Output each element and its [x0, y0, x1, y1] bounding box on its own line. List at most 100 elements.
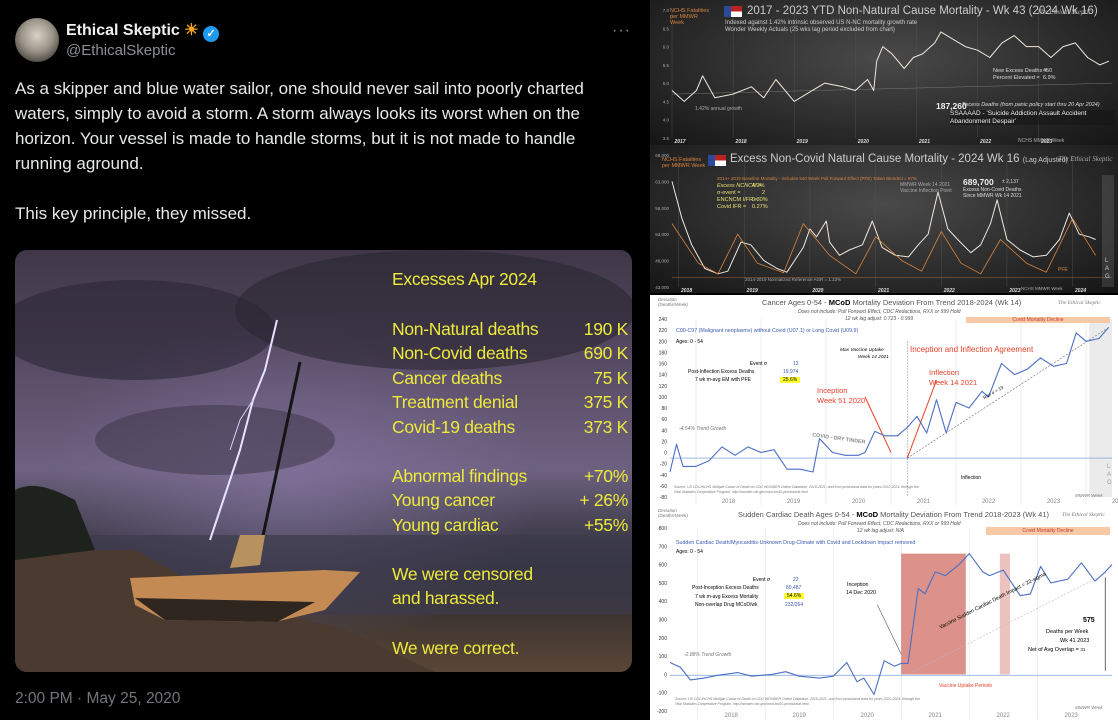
author-name[interactable]: Ethical Skeptic ☀ ✓	[66, 20, 220, 42]
source-note: Source: US CDC/NCHS Multiple Cause of De…	[674, 485, 919, 494]
y-tick-label: 20	[661, 439, 667, 445]
annotation: 232/264	[785, 602, 804, 608]
annotation: 2	[762, 190, 766, 196]
x-tick-label: 2018	[680, 288, 692, 293]
y-tick-label: 400	[659, 599, 668, 605]
highlight-value: 54.6%	[784, 593, 805, 599]
chart-subtitle: Does not include: Pull Forward Effect, C…	[798, 521, 961, 527]
more-options-icon[interactable]: ···	[612, 22, 631, 40]
tweet-image[interactable]: Excesses Apr 2024 Non-Natural deaths 190 …	[15, 250, 632, 672]
y-tick-label: 300	[659, 618, 668, 624]
annotation: Vaccine Inflection Point	[900, 188, 952, 194]
y-tick-label: -100	[657, 691, 667, 697]
x-tick-label: 2022	[943, 288, 955, 293]
avatar[interactable]	[15, 18, 59, 62]
chart-non-covid-mortality: 68,000 63,000 58,000 53,000 48,000 43,000 2018…	[650, 145, 1118, 293]
overlay-line: and harassed.	[392, 588, 500, 608]
annotation: Max Vaccine Uptake	[840, 348, 884, 353]
annotation: Covid IFR =	[717, 204, 747, 210]
chart-cancer-deviation: 240 220 200 180 160 140 120 100 80 60 40 20 0 -20 -40-…	[650, 295, 1118, 507]
y-tick-label: 120	[659, 384, 668, 390]
inception-pointer	[877, 604, 902, 655]
chart-title: Sudden Cardiac Death Ages 0-54 - MCoD Mo…	[738, 510, 1049, 519]
y-tick-label: 6.5	[663, 26, 670, 31]
y-tick-label: 7.0	[663, 8, 670, 13]
lag-label: L A G	[1105, 258, 1110, 280]
y-tick-label: 60	[661, 417, 667, 423]
inflection-arrow	[906, 380, 937, 459]
overlay-row: Young cardiac +55%	[392, 515, 628, 535]
y-tick-label: 43,000	[655, 285, 669, 290]
x-tick-label: 2023	[1065, 713, 1079, 719]
annotation: 450	[1043, 68, 1053, 74]
x-tick-label: 2021	[877, 288, 889, 293]
annotation: 2014+ 2019 Baseline Mortality - includes…	[717, 176, 917, 181]
x-tick-label: 2021	[917, 499, 931, 505]
annotation: Deaths per Week	[1046, 629, 1089, 635]
x-tick-label: 2019	[793, 713, 807, 719]
annotation: Percent Elevated =	[993, 75, 1040, 81]
y-tick-label: 700	[659, 544, 668, 550]
annotation: 22	[793, 577, 799, 583]
watermark: The Ethical Skeptic	[1058, 155, 1113, 163]
x-tick-label: 2022	[982, 499, 996, 505]
y-tick-label: 40	[661, 428, 667, 434]
x-tick-label: 2023	[1047, 499, 1061, 505]
verified-badge-icon: ✓	[203, 26, 220, 42]
annotation: 6.9%	[1043, 75, 1056, 81]
y-tick-label: 100	[659, 654, 668, 660]
y-tick-label: 6.0	[663, 45, 670, 50]
y-tick-label: 160	[659, 362, 668, 368]
chart-title: Cancer Ages 0-54 - MCoD Mortality Deviat…	[762, 298, 1022, 307]
y-tick-label: -40	[660, 473, 667, 479]
annotation: Ages: 0 - 54	[676, 339, 703, 345]
annotation: 0.30%	[752, 197, 768, 203]
x-axis-label: NCHS MMWR Week	[1018, 138, 1065, 144]
chart-subtitle: 12 wk lag adjust: 0.723 - 0.999	[845, 316, 914, 322]
annotation: Week 14 2021	[929, 378, 978, 387]
annotation: Week 14 2021	[858, 355, 889, 360]
chart-subtitle: 12 wk lag adjust: N/A	[857, 528, 904, 534]
tweet-timestamp[interactable]: 2:00 PM · May 25, 2020	[15, 690, 180, 708]
annotation: 575	[1083, 617, 1095, 624]
annotation: Inflection	[961, 475, 982, 481]
y-tick-label: 5.0	[663, 81, 670, 86]
series-label: Sudden Cardiac Death/Myocarditis-Unknown…	[676, 540, 916, 546]
x-tick-label: 2020	[811, 288, 823, 293]
annotation: PFE	[1058, 267, 1068, 273]
chart-non-natural-mortality: 7.0 6.5 6.0 5.5 5.0 4.5 4.0 3.5 2017 2018 2019 2020…	[650, 0, 1118, 145]
watermark: The Ethical Skeptic	[1062, 512, 1105, 518]
y-tick-label: 0	[664, 451, 667, 457]
series-line	[671, 218, 1096, 275]
x-tick-label: 2020	[852, 499, 866, 505]
y-tick-label: 3.5	[663, 136, 670, 141]
x-tick-label: 2023	[1008, 288, 1020, 293]
overlay-row: Non-Natural deaths 190 K	[392, 319, 628, 339]
vaccine-uptake-band	[901, 553, 966, 675]
y-tick-label: 180	[659, 350, 668, 356]
author-handle[interactable]: @EthicalSkeptic	[66, 42, 175, 59]
overlay-line: We were correct.	[392, 638, 520, 658]
annotation: 4.2%	[752, 183, 765, 189]
annotation: 14 Dec 2020	[846, 590, 877, 596]
annotation: Week 51 2020	[817, 396, 866, 405]
source-note: Source: US CDC/NCHS Multiple Cause of De…	[675, 697, 920, 706]
annotation: Post-Inflection Excess Deaths	[688, 369, 755, 375]
y-axis-label: NCHS Fatalities per MMWR Week	[662, 157, 706, 169]
y-tick-label: 63,000	[655, 179, 669, 184]
watermark: The Ethical Skeptic	[1037, 8, 1092, 16]
x-axis-label: NCHS MMWR Week	[1021, 286, 1063, 291]
y-axis-label: NCHS Fatalities per MMWR Week	[670, 8, 710, 26]
overlay-line: We were censored	[392, 564, 533, 584]
y-tick-label: 58,000	[655, 206, 669, 211]
annotation: -2.88% Trend Growth	[684, 652, 732, 658]
annotation: Vaccine Uptake Periods	[939, 683, 992, 689]
y-tick-label: 4.5	[663, 99, 670, 104]
annotation: 0.27%	[752, 204, 768, 210]
annotation: Since MMWR Wk 14 2021	[963, 193, 1022, 199]
chart-cardiac-deviation: 800 700 600 500 400 300 200 100 0 -100 -200 2018 201…	[650, 507, 1118, 720]
series-label: C00-C97 (Malignant neoplasms) without Co…	[676, 328, 859, 334]
lag-label: L A G	[1107, 464, 1112, 486]
chart-subtitle: Indexed against 1.42% intrinsic observed…	[725, 20, 918, 26]
annotation: 13	[793, 361, 799, 367]
